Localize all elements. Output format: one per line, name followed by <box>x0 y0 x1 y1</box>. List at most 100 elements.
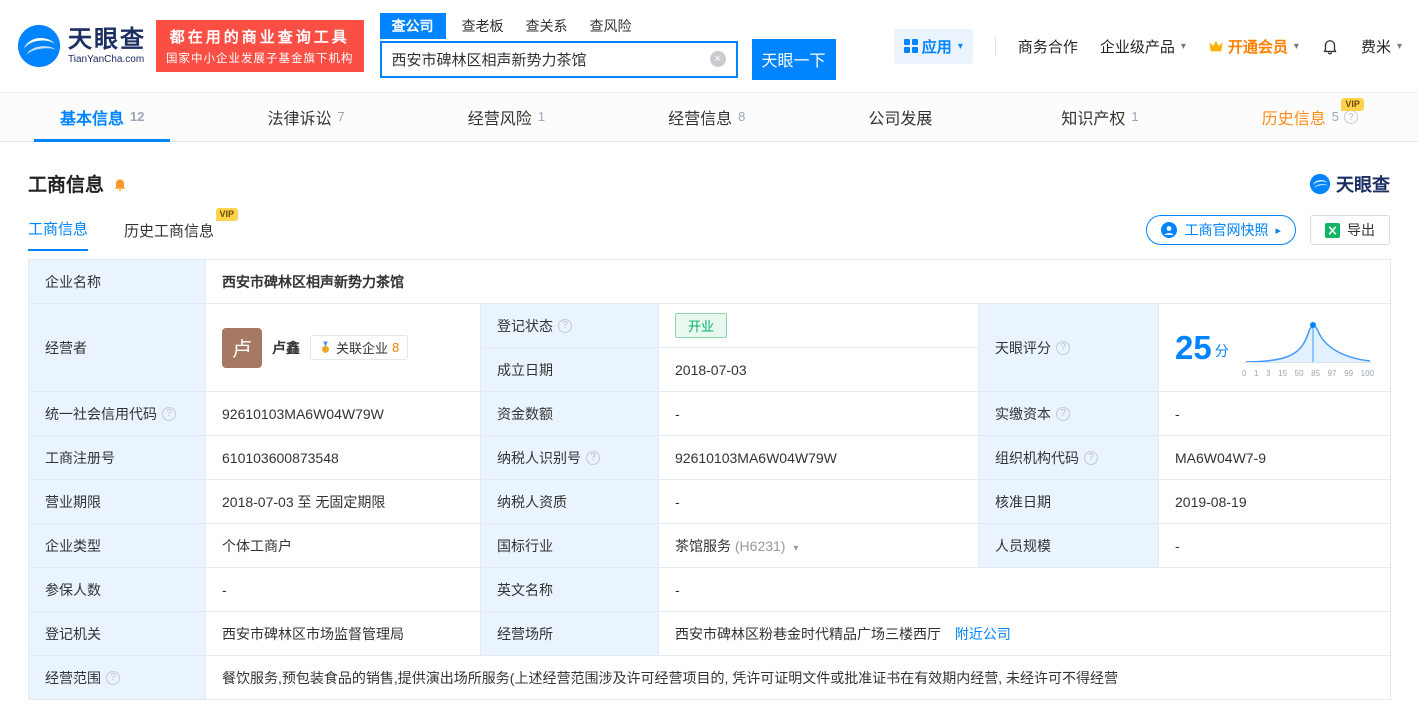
section-title: 工商信息 <box>28 175 105 196</box>
clear-search-icon[interactable]: × <box>709 51 726 67</box>
tab-legal-litigation[interactable]: 法律诉讼 7 <box>238 93 375 141</box>
apps-label: 应用 <box>921 38 952 56</box>
table-row: 经营范围 餐饮服务,预包装食品的销售,提供演出场所服务(上述经营范围涉及许可经营… <box>28 655 1391 700</box>
excel-export-icon <box>1325 222 1340 238</box>
chevron-down-icon[interactable]: ▾ <box>793 543 798 554</box>
field-value: 2018-07-03 至 无固定期限 <box>222 493 386 510</box>
premises-value-cell: 西安市碑林区粉巷金时代精品广场三楼西厅 附近公司 <box>658 611 1391 656</box>
field-label: 统一社会信用代码 <box>45 405 157 422</box>
tab-label: 基本信息 <box>60 111 125 128</box>
field-label: 经营场所 <box>497 625 553 642</box>
insured-value-cell: - <box>205 567 481 612</box>
industry-label-cell: 国标行业 <box>480 523 659 568</box>
table-row: 参保人数 - 英文名称 - <box>28 567 1391 612</box>
field-value: - <box>675 493 680 510</box>
business-scope-text: 餐饮服务,预包装食品的销售,提供演出场所服务(上述经营范围涉及许可经营项目的, … <box>222 669 1118 686</box>
company-name: 西安市碑林区相声新势力茶馆 <box>222 273 404 290</box>
help-icon[interactable] <box>1056 406 1070 421</box>
english-name-value-cell: - <box>658 567 1391 612</box>
industry-value-cell: 茶馆服务 (H6231) ▾ <box>658 523 979 568</box>
top-header: 天眼查 TianYanCha.com 都在用的商业查询工具 国家中小企业发展子基… <box>0 0 1418 92</box>
operator-name-link[interactable]: 卢鑫 <box>272 338 300 358</box>
chevron-down-icon: ▾ <box>1180 40 1186 52</box>
help-icon[interactable] <box>162 406 176 421</box>
help-icon[interactable] <box>558 318 572 333</box>
reg-status-label-cell: 登记状态 <box>480 303 659 348</box>
snapshot-label: 工商官网快照 <box>1184 222 1269 238</box>
search-tabs: 查公司 查老板 查关系 查风险 <box>379 12 836 39</box>
official-snapshot-button[interactable]: 工商官网快照 ▸ <box>1146 215 1296 245</box>
capital-label-cell: 资金数额 <box>480 391 659 436</box>
company-name-value-cell: 西安市碑林区相声新势力茶馆 <box>205 259 1391 304</box>
nav-divider <box>994 37 996 55</box>
related-companies-badge[interactable]: 关联企业 8 <box>310 335 409 360</box>
taxpayer-id-value-cell: 92610103MA6W04W79W <box>658 435 979 480</box>
field-label: 人员规模 <box>995 537 1051 554</box>
tab-operation-info[interactable]: 经营信息 8 <box>638 93 775 141</box>
search-input[interactable] <box>391 50 710 68</box>
search-tab-risk[interactable]: 查风险 <box>590 13 632 39</box>
chevron-down-icon: ▾ <box>957 40 963 52</box>
tianyan-score[interactable]: 25 分 <box>1175 331 1229 364</box>
help-icon[interactable] <box>1084 450 1098 465</box>
nav-enterprise-products[interactable]: 企业级产品 ▾ <box>1100 36 1186 57</box>
help-icon[interactable] <box>1343 110 1358 124</box>
field-value: 2018-07-03 <box>675 361 747 378</box>
search-area: 查公司 查老板 查关系 查风险 × 天眼一下 <box>379 12 836 80</box>
score-value-cell: 25 分 0 1 3 15 50 85 97 99 100 <box>1158 303 1391 392</box>
help-icon[interactable] <box>586 450 600 465</box>
tab-label: 公司发展 <box>868 111 933 128</box>
field-value: MA6W04W7-9 <box>1175 449 1267 466</box>
subtab-business-info[interactable]: 工商信息 <box>28 218 89 251</box>
tab-history-info[interactable]: 历史信息 5 VIP <box>1232 93 1388 141</box>
tab-intellectual-property[interactable]: 知识产权 1 <box>1031 93 1168 141</box>
tab-basic-info[interactable]: 基本信息 12 <box>30 93 174 142</box>
promo-banner-line1: 都在用的商业查询工具 <box>169 29 350 46</box>
tianyancha-logo[interactable]: 天眼查 TianYanCha.com <box>16 23 146 69</box>
nav-business-cooperation[interactable]: 商务合作 <box>1018 36 1078 57</box>
org-code-label-cell: 组织机构代码 <box>978 435 1159 480</box>
scope-value-cell: 餐饮服务,预包装食品的销售,提供演出场所服务(上述经营范围涉及许可经营项目的, … <box>205 655 1391 700</box>
tab-count: 7 <box>337 108 345 124</box>
search-tab-boss[interactable]: 查老板 <box>462 13 504 39</box>
tab-count: 1 <box>1131 108 1139 124</box>
export-button[interactable]: 导出 <box>1310 215 1390 245</box>
tab-operation-risk[interactable]: 经营风险 1 <box>438 93 575 141</box>
english-name-label-cell: 英文名称 <box>480 567 659 612</box>
tab-company-development[interactable]: 公司发展 <box>838 93 968 141</box>
field-label: 营业期限 <box>45 493 101 510</box>
status-badge: 开业 <box>675 313 728 338</box>
company-name-label-cell: 企业名称 <box>28 259 206 304</box>
industry-code: (H6231) <box>734 537 786 554</box>
nav-vip-upgrade[interactable]: 开通会员 ▾ <box>1208 36 1299 57</box>
notification-bell-icon[interactable] <box>1321 37 1339 55</box>
reg-no-value-cell: 610103600873548 <box>205 435 481 480</box>
monitor-bell-icon[interactable] <box>112 176 128 192</box>
watermark-brand-text: 天眼查 <box>1336 174 1390 195</box>
tab-label: 法律诉讼 <box>267 111 332 128</box>
nearby-companies-link[interactable]: 附近公司 <box>955 626 1011 642</box>
help-icon[interactable] <box>1056 340 1070 355</box>
insured-label-cell: 参保人数 <box>28 567 206 612</box>
table-row: 营业期限 2018-07-03 至 无固定期限 纳税人资质 - 核准日期 201… <box>28 479 1391 524</box>
field-label: 实缴资本 <box>995 405 1051 422</box>
vip-badge: VIP <box>215 208 239 221</box>
establish-date-value-cell: 2018-07-03 <box>658 347 979 392</box>
main-content: 工商信息 天眼查 工商信息 历史工商信息 VIP 工商官网快照 ▸ 导出 企业名… <box>0 142 1418 700</box>
field-label: 企业类型 <box>45 537 101 554</box>
chevron-down-icon: ▾ <box>1396 40 1402 52</box>
tab-label: 历史信息 <box>1261 111 1326 128</box>
apps-menu-button[interactable]: 应用 ▾ <box>893 28 973 64</box>
field-label: 工商注册号 <box>45 449 115 466</box>
field-value: 个体工商户 <box>222 537 292 554</box>
search-tab-relation[interactable]: 查关系 <box>526 13 568 39</box>
operator-avatar[interactable]: 卢 <box>222 327 262 368</box>
search-button[interactable]: 天眼一下 <box>751 38 836 80</box>
help-icon[interactable] <box>106 670 120 685</box>
premises-label-cell: 经营场所 <box>480 611 659 656</box>
establish-date-label-cell: 成立日期 <box>480 347 659 392</box>
search-tab-company[interactable]: 查公司 <box>379 12 446 39</box>
subtab-history-business-info[interactable]: 历史工商信息 VIP <box>124 208 239 251</box>
top-nav: 应用 ▾ 商务合作 企业级产品 ▾ 开通会员 ▾ 费米 ▾ <box>893 28 1402 64</box>
nav-user-menu[interactable]: 费米 ▾ <box>1361 36 1402 57</box>
